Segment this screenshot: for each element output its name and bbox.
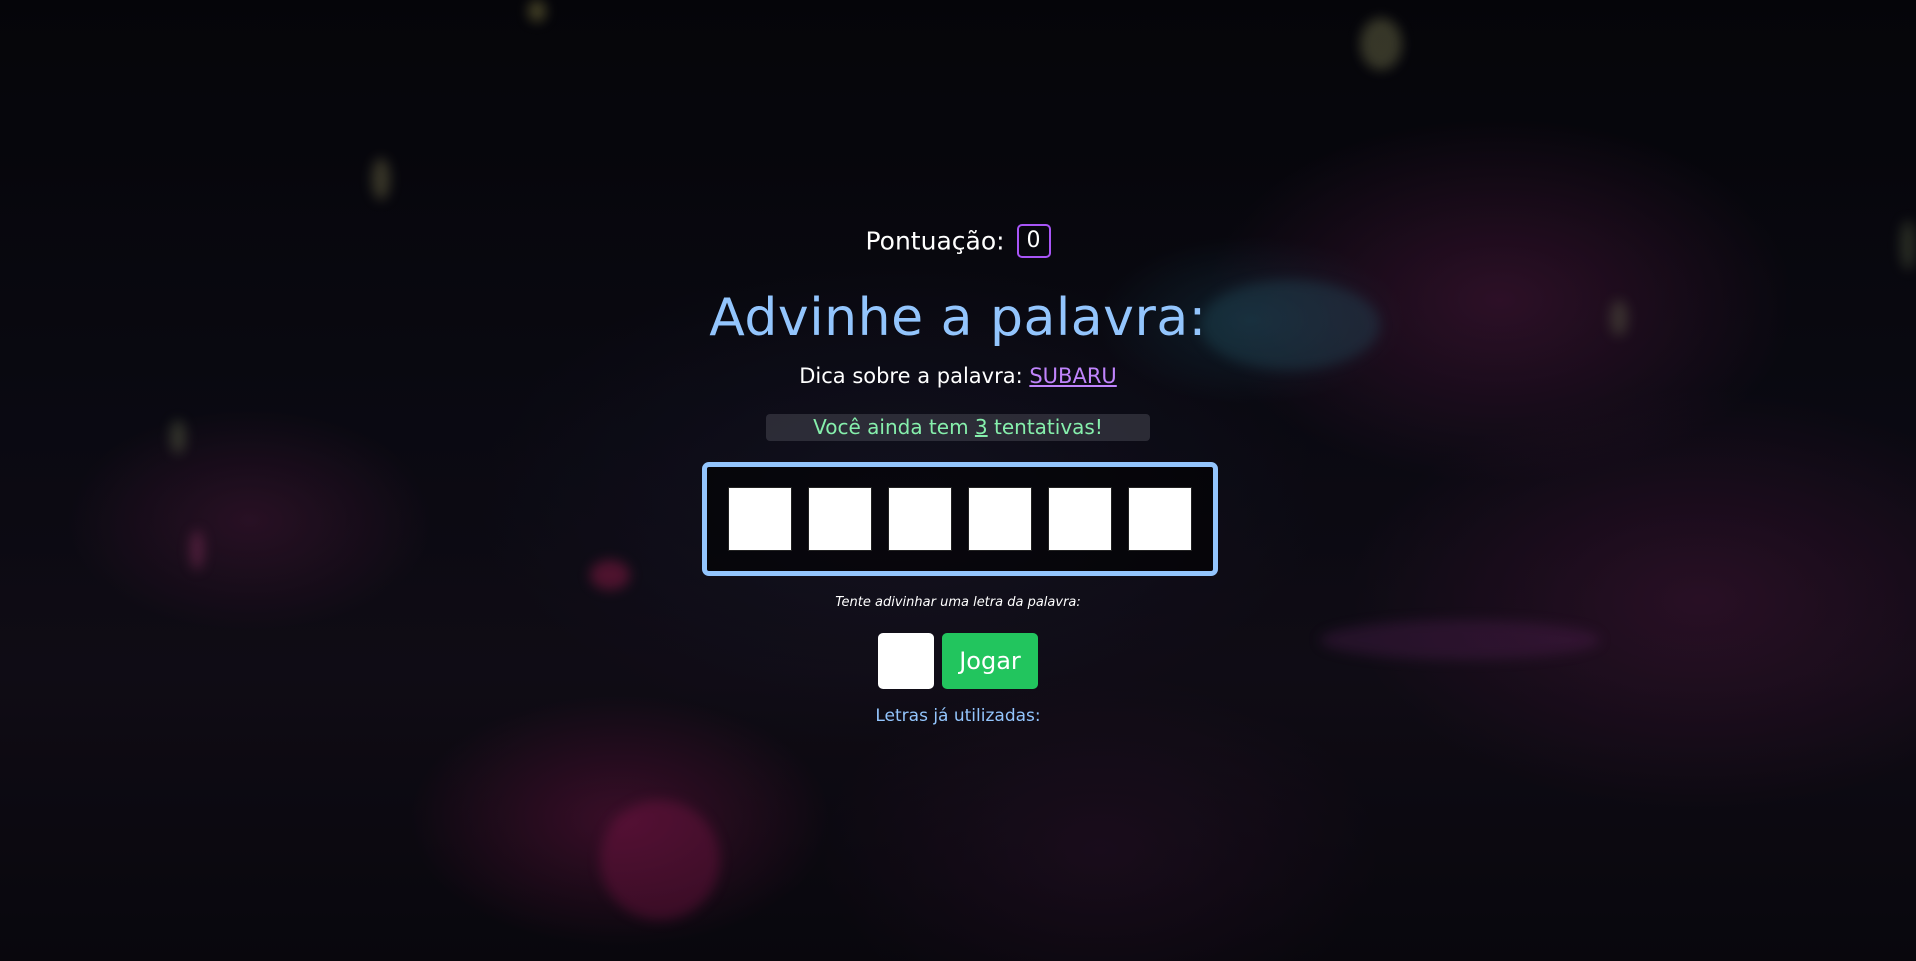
letter-slot: [808, 487, 872, 551]
play-button[interactable]: Jogar: [942, 633, 1038, 689]
letter-input[interactable]: [878, 633, 934, 689]
instruction-text: Tente adivinhar uma letra da palavra:: [835, 595, 1081, 610]
hint-word-link[interactable]: SUBARU: [1029, 364, 1116, 388]
letter-slot: [1128, 487, 1192, 551]
page-title: Advinhe a palavra:: [709, 288, 1207, 348]
attempts-count: 3: [974, 415, 988, 439]
used-letters-label: Letras já utilizadas:: [875, 706, 1041, 726]
score-label: Pontuação:: [865, 226, 1005, 256]
guess-form: Jogar: [878, 633, 1038, 689]
hint-label: Dica sobre a palavra:: [799, 364, 1023, 388]
hint-row: Dica sobre a palavra: SUBARU: [0, 364, 1916, 388]
attempts-prefix: Você ainda tem: [813, 415, 969, 439]
word-display: [702, 462, 1218, 576]
letter-slot: [1048, 487, 1112, 551]
score-value: 0: [1016, 224, 1051, 258]
letter-slot: [968, 487, 1032, 551]
used-letters-row: Letras já utilizadas:: [0, 706, 1916, 726]
score-row: Pontuação: 0: [0, 224, 1916, 258]
letter-slot: [888, 487, 952, 551]
letter-slot: [728, 487, 792, 551]
attempts-banner: Você ainda tem 3 tentativas!: [766, 414, 1150, 441]
game-container: Pontuação: 0 Advinhe a palavra: Dica sob…: [0, 0, 1916, 961]
attempts-suffix: tentativas!: [994, 415, 1103, 439]
